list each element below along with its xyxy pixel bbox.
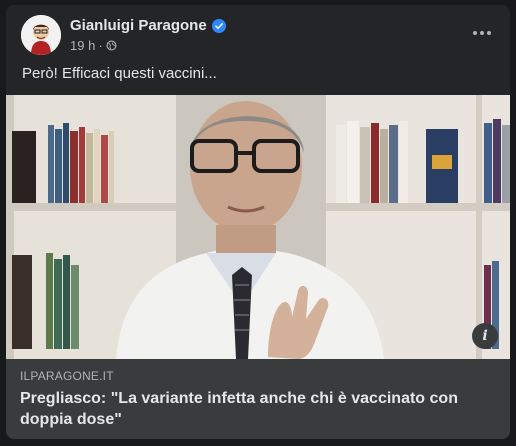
author-name[interactable]: Gianluigi Paragone bbox=[70, 17, 207, 34]
link-preview-image[interactable]: i bbox=[6, 95, 510, 359]
author-avatar[interactable] bbox=[21, 15, 61, 55]
video-still-image bbox=[6, 95, 510, 359]
post-header: Gianluigi Paragone 19 h · bbox=[6, 5, 510, 61]
link-headline[interactable]: Pregliasco: "La variante infetta anche c… bbox=[20, 388, 490, 430]
globe-icon bbox=[106, 40, 117, 51]
more-options-button[interactable] bbox=[468, 19, 496, 47]
facebook-post-card: Gianluigi Paragone 19 h · Però! Efficaci… bbox=[6, 5, 510, 439]
avatar-caricature-image bbox=[21, 15, 61, 55]
more-options-icon bbox=[473, 31, 491, 35]
info-icon: i bbox=[482, 328, 488, 344]
link-domain: ILPARAGONE.IT bbox=[20, 369, 114, 383]
post-meta: 19 h · bbox=[70, 38, 117, 53]
info-button[interactable]: i bbox=[472, 323, 498, 349]
link-preview-caption[interactable]: ILPARAGONE.IT Pregliasco: "La variante i… bbox=[6, 359, 510, 439]
post-text: Però! Efficaci questi vaccini... bbox=[22, 65, 217, 82]
meta-separator: · bbox=[98, 38, 103, 53]
verified-badge-icon bbox=[211, 18, 226, 33]
author-row: Gianluigi Paragone bbox=[70, 17, 226, 34]
post-timestamp[interactable]: 19 h bbox=[70, 38, 95, 53]
